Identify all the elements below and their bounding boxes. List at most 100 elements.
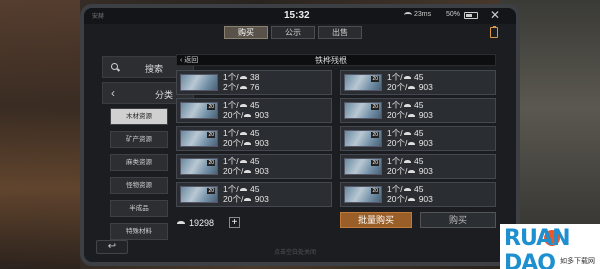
coin-icon bbox=[403, 75, 411, 80]
price-unit: 20个/ bbox=[223, 166, 244, 176]
status-network: 23ms bbox=[414, 11, 432, 18]
listing-card[interactable]: 20 1个/ 45 20个/ 903 bbox=[340, 126, 496, 151]
qty-badge: 20 bbox=[207, 188, 215, 194]
price-unit: 20个/ bbox=[387, 194, 408, 204]
watermark-sub: 如多下载网 bbox=[560, 258, 595, 265]
price-unit: 1个/ bbox=[387, 184, 403, 194]
listing-card[interactable]: 20 1个/ 45 20个/ 903 bbox=[176, 98, 332, 123]
background-left bbox=[0, 0, 80, 269]
item-header: ‹ 返回 铁桦残根 bbox=[176, 54, 496, 66]
search-icon bbox=[111, 63, 118, 70]
listing-price: 1个/ 45 20个/ 903 bbox=[223, 128, 269, 148]
coin-icon bbox=[408, 141, 416, 146]
coin-icon bbox=[239, 75, 247, 80]
item-thumbnail: 20 bbox=[180, 186, 218, 203]
clipboard-icon[interactable] bbox=[490, 26, 498, 38]
status-bar: 安赫 15:32 23ms 50% ✕ bbox=[84, 8, 516, 24]
coin-icon bbox=[403, 103, 411, 108]
bulk-buy-button[interactable]: 批量购买 bbox=[340, 212, 412, 228]
listing-card[interactable]: 1个/ 38 2个/ 76 bbox=[176, 70, 332, 95]
coin-icon bbox=[239, 187, 247, 192]
add-currency-button[interactable]: + bbox=[229, 217, 240, 228]
price-unit: 1个/ bbox=[223, 156, 239, 166]
price-value: 45 bbox=[413, 156, 424, 166]
tab-bar: 购买 公示 出售 bbox=[224, 26, 362, 40]
sidebar-item-mineral[interactable]: 矿产资源 bbox=[110, 131, 168, 148]
price-value: 45 bbox=[249, 156, 260, 166]
tab-announce[interactable]: 公示 bbox=[271, 26, 315, 39]
coin-icon bbox=[403, 159, 411, 164]
price-unit: 20个/ bbox=[387, 138, 408, 148]
sidebar-item-semi-finished[interactable]: 半成品 bbox=[110, 200, 168, 217]
status-time: 15:32 bbox=[284, 10, 310, 21]
price-value: 903 bbox=[418, 110, 433, 120]
listing-card[interactable]: 20 1个/ 45 20个/ 903 bbox=[340, 182, 496, 207]
coin-icon bbox=[408, 85, 416, 90]
price-value: 903 bbox=[418, 166, 433, 176]
price-unit: 1个/ bbox=[223, 128, 239, 138]
return-button[interactable]: ↩ bbox=[96, 240, 128, 254]
listing-card[interactable]: 20 1个/ 45 20个/ 903 bbox=[176, 154, 332, 179]
price-unit: 20个/ bbox=[223, 138, 244, 148]
price-value: 45 bbox=[413, 184, 424, 194]
price-unit: 1个/ bbox=[387, 72, 403, 82]
item-thumbnail: 20 bbox=[180, 130, 218, 147]
price-value: 38 bbox=[249, 72, 260, 82]
listing-price: 1个/ 38 2个/ 76 bbox=[223, 72, 259, 92]
item-thumbnail: 20 bbox=[180, 158, 218, 175]
coin-icon bbox=[408, 169, 416, 174]
price-value: 45 bbox=[413, 100, 424, 110]
coin-icon bbox=[177, 221, 185, 226]
close-icon[interactable]: ✕ bbox=[490, 8, 500, 22]
listing-card[interactable]: 20 1个/ 45 20个/ 903 bbox=[176, 126, 332, 151]
price-value: 45 bbox=[413, 128, 424, 138]
sidebar-item-special[interactable]: 特殊材料 bbox=[110, 223, 168, 240]
listing-card[interactable]: 20 1个/ 45 20个/ 903 bbox=[340, 70, 496, 95]
price-unit: 20个/ bbox=[387, 110, 408, 120]
search-label: 搜索 bbox=[145, 64, 164, 74]
price-unit: 2个/ bbox=[223, 82, 239, 92]
item-thumbnail: 20 bbox=[344, 102, 382, 119]
price-unit: 20个/ bbox=[387, 82, 408, 92]
price-value: 903 bbox=[254, 138, 269, 148]
price-unit: 20个/ bbox=[223, 194, 244, 204]
price-unit: 1个/ bbox=[223, 184, 239, 194]
sidebar-item-monster[interactable]: 怪物资源 bbox=[110, 177, 168, 194]
listing-price: 1个/ 45 20个/ 903 bbox=[223, 184, 269, 204]
price-value: 45 bbox=[249, 184, 260, 194]
qty-badge: 20 bbox=[371, 160, 379, 166]
coin-icon bbox=[244, 113, 252, 118]
price-value: 903 bbox=[254, 194, 269, 204]
back-link[interactable]: ‹ 返回 bbox=[180, 55, 198, 65]
listing-price: 1个/ 45 20个/ 903 bbox=[387, 184, 433, 204]
listing-card[interactable]: 20 1个/ 45 20个/ 903 bbox=[340, 154, 496, 179]
coin-icon bbox=[239, 131, 247, 136]
item-title: 铁桦残根 bbox=[315, 56, 347, 65]
item-thumbnail bbox=[180, 74, 218, 91]
sidebar-item-hemp[interactable]: 麻类资源 bbox=[110, 154, 168, 171]
footer-hint: 点击空白处关闭 bbox=[274, 250, 317, 256]
qty-badge: 20 bbox=[207, 132, 215, 138]
tab-sell[interactable]: 出售 bbox=[318, 26, 362, 39]
price-unit: 1个/ bbox=[223, 100, 239, 110]
price-value: 45 bbox=[249, 100, 260, 110]
tab-buy[interactable]: 购买 bbox=[224, 26, 268, 39]
price-value: 903 bbox=[254, 166, 269, 176]
price-value: 45 bbox=[249, 128, 260, 138]
sidebar-item-wood[interactable]: 木材资源 bbox=[110, 108, 168, 125]
price-value: 76 bbox=[249, 82, 260, 92]
back-label: 返回 bbox=[184, 57, 199, 64]
qty-badge: 20 bbox=[371, 132, 379, 138]
listing-price: 1个/ 45 20个/ 903 bbox=[387, 156, 433, 176]
item-thumbnail: 20 bbox=[344, 186, 382, 203]
price-value: 903 bbox=[254, 110, 269, 120]
buy-button[interactable]: 购买 bbox=[420, 212, 496, 228]
listing-card[interactable]: 20 1个/ 45 20个/ 903 bbox=[340, 98, 496, 123]
coin-icon bbox=[239, 103, 247, 108]
listing-card[interactable]: 20 1个/ 45 20个/ 903 bbox=[176, 182, 332, 207]
price-value: 903 bbox=[418, 82, 433, 92]
balance-value: 19298 bbox=[189, 218, 215, 228]
price-unit: 1个/ bbox=[387, 156, 403, 166]
status-left-text: 安赫 bbox=[92, 14, 105, 20]
price-value: 903 bbox=[418, 138, 433, 148]
